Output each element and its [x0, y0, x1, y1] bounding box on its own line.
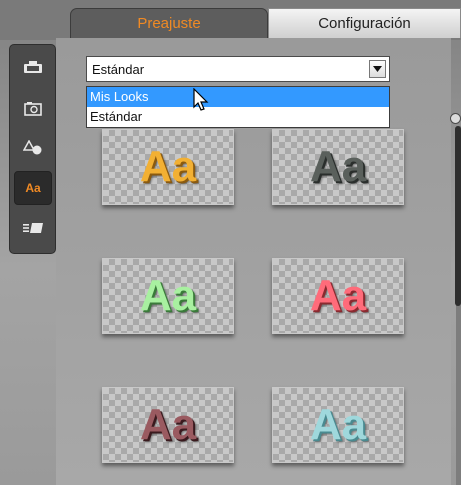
- left-toolbar: Aa: [9, 44, 56, 254]
- shapes-icon: [23, 140, 43, 156]
- text-styles-button[interactable]: Aa: [14, 171, 52, 205]
- mouse-pointer-icon: [193, 87, 209, 117]
- chevron-down-icon[interactable]: [369, 60, 386, 78]
- preset-sample-text: Aa: [139, 271, 197, 320]
- select-options-list: Mis Looks Estándar: [86, 86, 390, 128]
- preset-sample-text: Aa: [139, 400, 197, 449]
- video-camera-button[interactable]: [14, 51, 52, 85]
- text-aa-icon: Aa: [25, 181, 41, 195]
- tab-preset[interactable]: Preajuste: [70, 8, 268, 38]
- photo-camera-icon: [24, 101, 42, 116]
- select-value: Estándar: [92, 61, 145, 77]
- preset-sample-text: Aa: [309, 142, 367, 191]
- text-lines-button[interactable]: [14, 211, 52, 245]
- preset-tile-4[interactable]: Aa: [272, 258, 404, 334]
- preset-tile-2[interactable]: Aa: [272, 129, 404, 205]
- text-lines-icon: [22, 222, 44, 234]
- scrollbar-thumb[interactable]: [455, 126, 461, 306]
- preset-tile-6[interactable]: Aa: [272, 387, 404, 463]
- preset-tile-5[interactable]: Aa: [102, 387, 234, 463]
- preset-sample-text: Aa: [309, 271, 367, 320]
- photo-camera-button[interactable]: [14, 91, 52, 125]
- option-estandar[interactable]: Estándar: [87, 107, 389, 127]
- preset-tile-3[interactable]: Aa: [102, 258, 234, 334]
- editor-window: Preajuste Configuración Aa Estándar Mis …: [0, 0, 461, 485]
- scroll-up-button[interactable]: [450, 113, 461, 124]
- preset-tile-1[interactable]: Aa: [102, 129, 234, 205]
- preset-sample-text: Aa: [139, 142, 197, 191]
- option-mis-looks[interactable]: Mis Looks: [87, 87, 389, 107]
- video-camera-icon: [23, 61, 43, 75]
- preset-category-select[interactable]: Estándar: [86, 56, 390, 82]
- shapes-button[interactable]: [14, 131, 52, 165]
- tab-settings[interactable]: Configuración: [268, 8, 461, 38]
- preset-sample-text: Aa: [309, 400, 367, 449]
